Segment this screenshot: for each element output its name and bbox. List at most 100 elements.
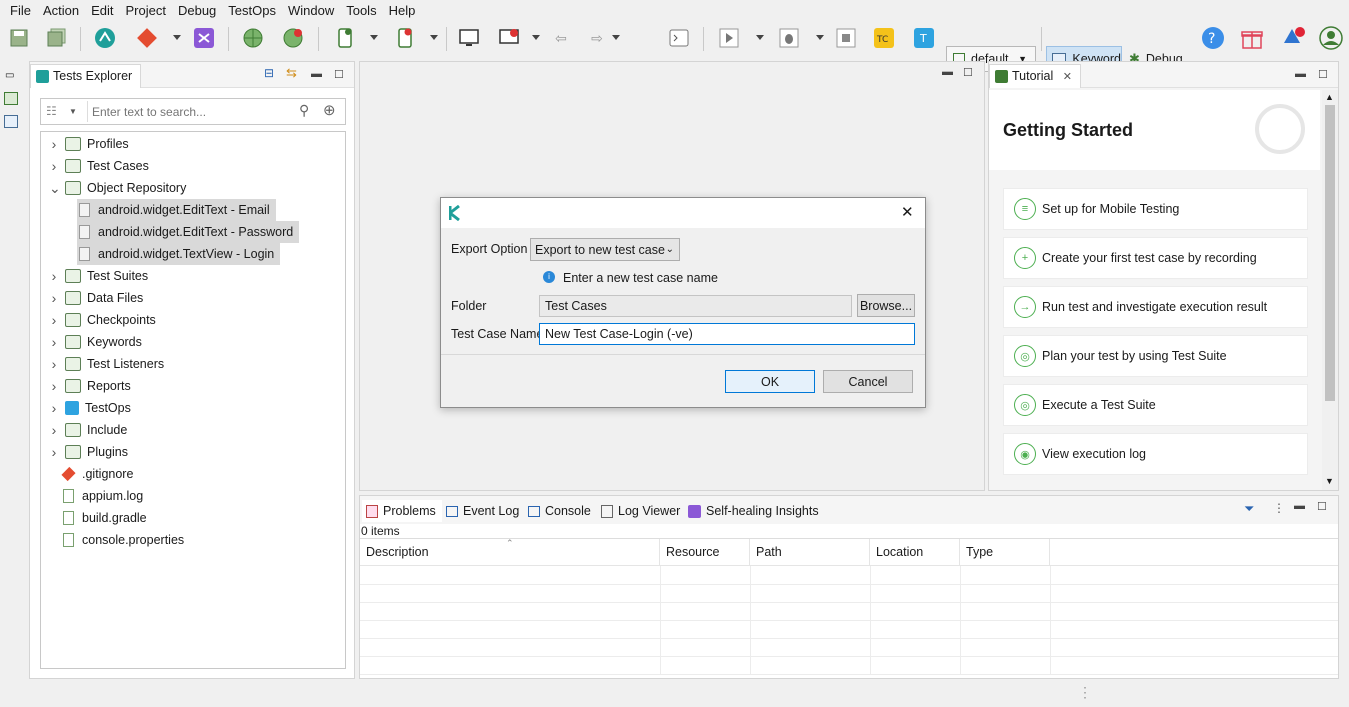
tab-tutorial[interactable]: Tutorial ✕ [989, 64, 1081, 88]
tutorial-scrollbar[interactable]: ▲ ▼ [1322, 90, 1338, 490]
status-grip-icon[interactable]: ⋮ [1078, 684, 1092, 701]
web-spy-icon[interactable] [280, 25, 306, 51]
restore-icon[interactable]: ▭ [5, 70, 14, 81]
menu-debug[interactable]: Debug [172, 3, 222, 18]
filter-icon[interactable]: ☷ [46, 104, 57, 118]
maximize-icon[interactable]: ☐ [334, 68, 344, 81]
testops-toolbar-icon[interactable]: T [911, 25, 937, 51]
menu-edit[interactable]: Edit [85, 3, 119, 18]
bottom-minimize-icon[interactable]: ▬ [1294, 500, 1305, 512]
browse-button[interactable]: Browse... [857, 294, 915, 317]
chevron-right-icon[interactable]: › [49, 422, 59, 438]
editor-maximize-icon[interactable]: ☐ [963, 66, 973, 79]
tree-item[interactable]: › Data Files [41, 287, 144, 309]
minimize-icon[interactable]: ▬ [311, 68, 322, 80]
tree-item[interactable]: › Checkpoints [41, 309, 156, 331]
advanced-search-icon[interactable]: ⊕ [323, 101, 336, 119]
chevron-right-icon[interactable]: › [49, 356, 59, 372]
column-resource[interactable]: Resource [660, 539, 750, 566]
tree-item[interactable]: › TestOps [41, 397, 131, 419]
view-menu-icon[interactable]: ⋮ [1273, 501, 1285, 515]
chevron-right-icon[interactable]: › [49, 334, 59, 350]
web-record-icon[interactable] [240, 25, 266, 51]
notification-icon[interactable] [1280, 25, 1306, 51]
column-path[interactable]: Path [750, 539, 870, 566]
menu-help[interactable]: Help [383, 3, 422, 18]
chevron-right-icon[interactable]: › [49, 312, 59, 328]
menu-tools[interactable]: Tools [340, 3, 382, 18]
table-view-icon[interactable] [4, 115, 18, 128]
mobile-spy-icon[interactable] [392, 25, 418, 51]
column-type[interactable]: Type [960, 539, 1050, 566]
chevron-right-icon[interactable]: › [49, 378, 59, 394]
chevron-right-icon[interactable]: › [49, 444, 59, 460]
filter-funnel-icon[interactable]: ⏷ [1244, 501, 1254, 517]
tree-item[interactable]: › Test Listeners [41, 353, 164, 375]
menu-project[interactable]: Project [120, 3, 172, 18]
terminal-icon[interactable] [666, 25, 692, 51]
test-case-name-input[interactable]: New Test Case-Login (-ve) [539, 323, 915, 345]
tutorial-item[interactable]: + Create your first test case by recordin… [1003, 237, 1308, 279]
collapse-all-icon[interactable]: ⊟ [264, 66, 274, 80]
tree-item[interactable]: › Plugins [41, 441, 128, 463]
object-spy-view-icon[interactable] [4, 92, 18, 105]
tree-item[interactable]: › Include [41, 419, 128, 441]
chevron-right-icon[interactable]: › [49, 268, 59, 284]
scroll-down-icon[interactable]: ▼ [1325, 476, 1334, 486]
self-healing-icon[interactable] [191, 25, 217, 51]
tree-item[interactable]: ⌄ Object Repository [41, 177, 186, 199]
tab-tests-explorer[interactable]: Tests Explorer [30, 64, 142, 88]
help-icon[interactable]: ? [1200, 25, 1226, 51]
run-icon[interactable] [716, 25, 742, 51]
ok-button[interactable]: OK [725, 370, 815, 393]
testcloud-icon[interactable]: TC [871, 25, 897, 51]
tab-console[interactable]: Console [528, 500, 591, 522]
tutorial-minimize-icon[interactable]: ▬ [1295, 68, 1306, 80]
chevron-down-icon[interactable]: ⌄ [49, 180, 61, 197]
tree-item[interactable]: appium.log [41, 485, 143, 507]
tree-item[interactable]: › Reports [41, 375, 131, 397]
git-icon[interactable] [134, 25, 160, 51]
scroll-up-icon[interactable]: ▲ [1325, 92, 1334, 102]
chevron-right-icon[interactable]: › [49, 158, 59, 174]
tree-item[interactable]: console.properties [41, 529, 184, 551]
tutorial-item[interactable]: ◎ Plan your test by using Test Suite [1003, 335, 1308, 377]
tutorial-item[interactable]: → Run test and investigate execution resu… [1003, 286, 1308, 328]
menu-file[interactable]: File [4, 3, 37, 18]
back-arrow-icon[interactable]: ⇦ [548, 25, 574, 51]
link-editor-icon[interactable]: ⇆ [286, 65, 297, 81]
cancel-button[interactable]: Cancel [823, 370, 913, 393]
dialog-close-icon[interactable]: ✕ [901, 203, 914, 221]
tree-item[interactable]: android.widget.EditText - Email [77, 199, 276, 221]
account-avatar-icon[interactable] [1318, 25, 1344, 51]
bottom-maximize-icon[interactable]: ☐ [1317, 500, 1327, 513]
menu-action[interactable]: Action [37, 3, 85, 18]
tutorial-item[interactable]: ≡ Set up for Mobile Testing [1003, 188, 1308, 230]
scroll-thumb[interactable] [1325, 105, 1335, 401]
tree-item[interactable]: .gitignore [41, 463, 133, 485]
tab-self-healing-insights[interactable]: Self-healing Insights [688, 500, 819, 522]
menu-window[interactable]: Window [282, 3, 340, 18]
tutorial-item[interactable]: ◉ View execution log [1003, 433, 1308, 475]
tab-log-viewer[interactable]: Log Viewer [601, 500, 680, 522]
filter-dropdown-icon[interactable]: ▼ [69, 107, 77, 116]
tree-item[interactable]: › Test Suites [41, 265, 148, 287]
folder-field[interactable]: Test Cases [539, 295, 852, 317]
katalon-icon[interactable] [92, 25, 118, 51]
desktop-spy-icon[interactable] [496, 25, 522, 51]
search-input[interactable] [87, 101, 293, 122]
chevron-right-icon[interactable]: › [49, 290, 59, 306]
mobile-record-icon[interactable] [332, 25, 358, 51]
menu-testops[interactable]: TestOps [222, 3, 282, 18]
debug-run-icon[interactable] [776, 25, 802, 51]
chevron-right-icon[interactable]: › [49, 136, 59, 152]
tree-item[interactable]: android.widget.TextView - Login [77, 243, 281, 265]
close-tab-icon[interactable]: ✕ [1063, 71, 1072, 83]
search-icon[interactable]: ⚲ [299, 102, 309, 119]
tree-item[interactable]: › Keywords [41, 331, 142, 353]
tree-item[interactable]: › Test Cases [41, 155, 149, 177]
save-icon[interactable] [6, 25, 32, 51]
gift-icon[interactable] [1239, 25, 1265, 51]
export-option-select[interactable]: Export to new test case ⌄ [530, 238, 680, 261]
stop-icon[interactable] [833, 25, 859, 51]
